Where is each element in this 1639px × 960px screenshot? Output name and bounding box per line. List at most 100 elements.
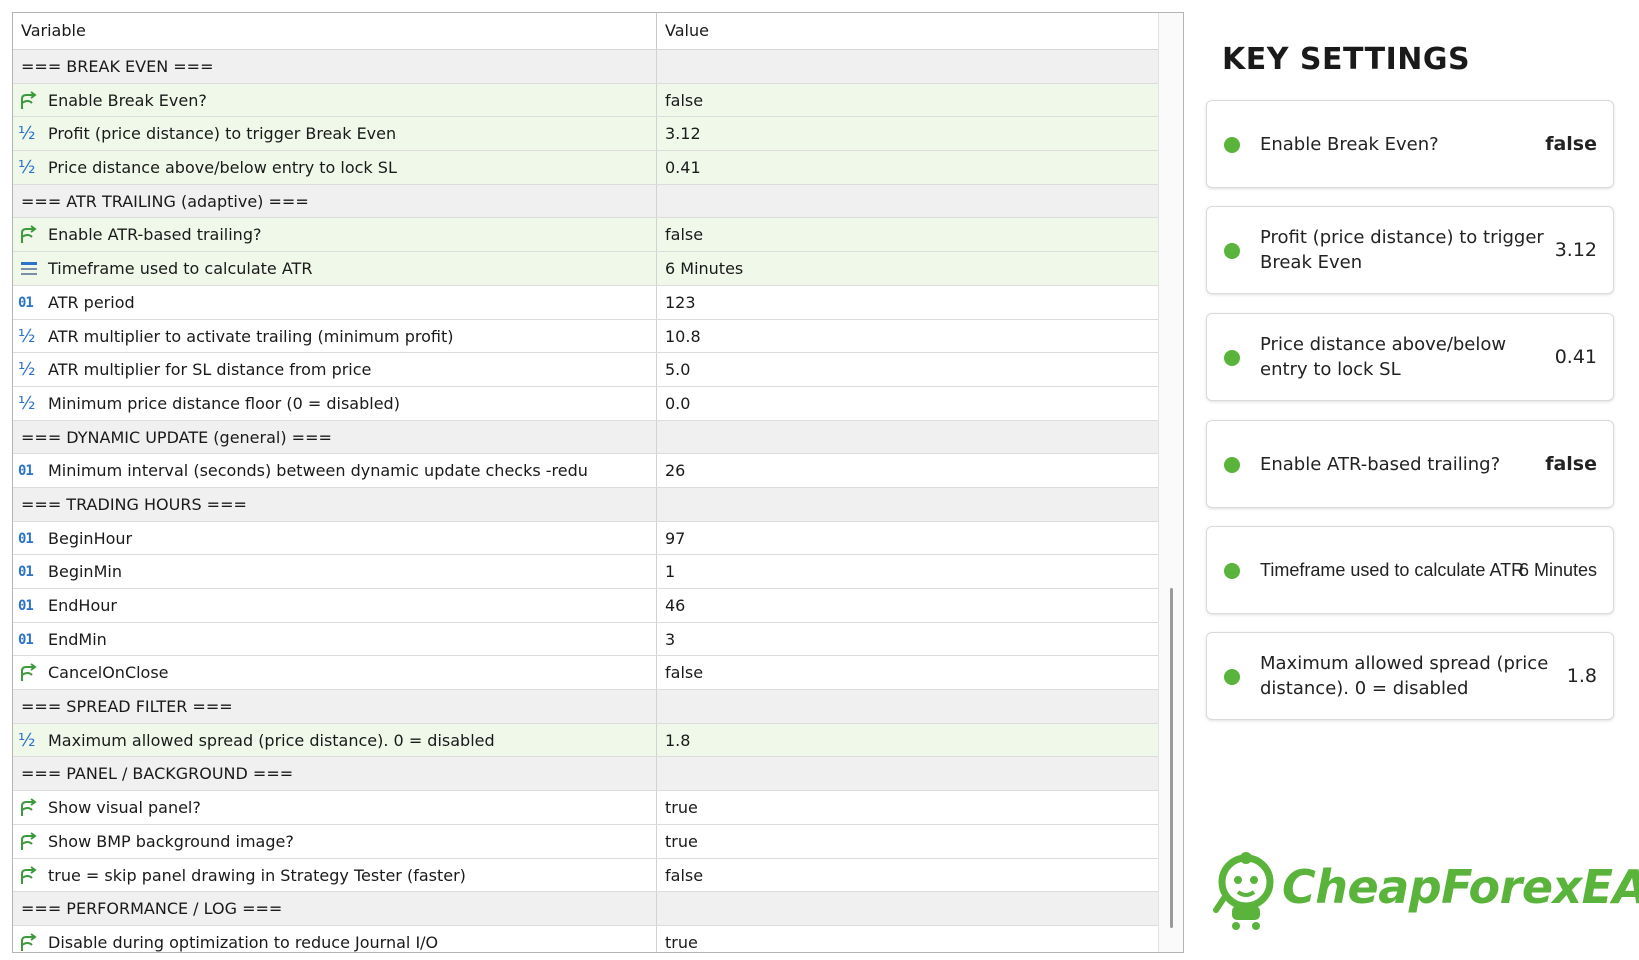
cell-divider [656,723,657,757]
table-section-row[interactable]: === TRADING HOURS === [13,487,1158,522]
cell-divider [656,757,657,791]
section-label: === BREAK EVEN === [21,57,214,76]
table-row[interactable]: 01 EndMin 3 [13,622,1158,657]
table-row[interactable]: Disable during optimization to reduce Jo… [13,925,1158,952]
variable-value[interactable]: 3.12 [665,117,701,150]
cell-divider [656,858,657,892]
variable-value[interactable]: 46 [665,589,685,622]
variable-value[interactable]: 97 [665,522,685,555]
table-row[interactable]: 01 BeginMin 1 [13,555,1158,589]
variable-value[interactable]: 0.0 [665,387,690,420]
bool-arrow-icon [18,865,40,886]
table-row[interactable]: 01 Minimum interval (seconds) between dyn… [13,454,1158,488]
brand-logo: CheapForexEA [1210,838,1639,938]
cell-divider [656,151,657,184]
cell-divider [656,824,657,858]
table-row[interactable]: true = skip panel drawing in Strategy Te… [13,858,1158,893]
half-fraction-icon: ½ [18,392,36,414]
int-01-icon: 01 [18,631,34,648]
table-row[interactable]: Show visual panel? true [13,791,1158,825]
table-row[interactable]: Show BMP background image? true [13,824,1158,859]
table-row[interactable]: CancelOnClose false [13,656,1158,691]
int-01-icon: 01 [18,598,34,614]
table-row[interactable]: ½ Price distance above/below entry to loc… [13,151,1158,185]
scrollbar-thumb[interactable] [1170,588,1173,928]
status-dot-icon [1224,563,1240,579]
column-header-value[interactable]: Value [665,13,709,49]
cell-divider [656,285,657,319]
variable-value[interactable]: false [665,218,703,251]
variable-value[interactable]: 5.0 [665,353,690,386]
enum-list-icon [18,259,40,279]
variable-name: Minimum price distance floor (0 = disabl… [48,393,400,413]
variable-value[interactable]: false [665,859,703,892]
bool-arrow-icon [18,663,40,683]
column-divider[interactable] [656,13,657,49]
variable-name: BeginMin [48,562,122,582]
table-section-row[interactable]: === ATR TRAILING (adaptive) === [13,184,1158,219]
table-section-row[interactable]: === BREAK EVEN === [13,50,1158,84]
table-row[interactable]: ½ Profit (price distance) to trigger Brea… [13,117,1158,152]
bool-arrow-icon [18,832,40,852]
status-dot-icon [1224,350,1240,366]
variable-value[interactable]: 1 [665,555,675,588]
int-01-icon: 01 [18,564,34,581]
key-setting-label: Profit (price distance) to trigger Break… [1260,227,1544,273]
section-label: === DYNAMIC UPDATE (general) === [21,427,332,447]
status-dot-icon [1224,457,1240,473]
variable-name: Enable Break Even? [48,90,207,110]
key-setting-value: 0.41 [1554,346,1597,368]
table-header: Variable Value [13,13,1158,50]
variable-value[interactable]: 6 Minutes [665,252,743,285]
cell-divider [656,555,657,588]
variable-value[interactable]: true [665,926,698,952]
cell-divider [656,791,657,824]
variable-name: ATR period [48,292,135,312]
cell-divider [656,622,657,656]
variable-name: Profit (price distance) to trigger Break… [48,124,397,144]
variable-value[interactable]: 123 [665,286,696,319]
table-section-row[interactable]: === DYNAMIC UPDATE (general) === [13,420,1158,455]
variable-name: EndHour [48,596,117,615]
half-fraction-icon: ½ [18,729,36,751]
cell-divider [656,487,657,521]
table-row[interactable]: 01 ATR period 123 [13,285,1158,320]
table-row[interactable]: ½ Minimum price distance floor (0 = disab… [13,386,1158,421]
table-row[interactable]: 01 BeginHour 97 [13,521,1158,556]
key-setting-value: 3.12 [1554,239,1597,261]
half-fraction-icon: ½ [18,157,36,179]
variable-value[interactable]: 26 [665,454,685,487]
table-row[interactable]: Enable Break Even? false [13,83,1158,118]
table-section-row[interactable]: === SPREAD FILTER === [13,690,1158,724]
key-setting-label: Timeframe used to calculate ATR [1260,559,1525,580]
table-row[interactable]: ½ Maximum allowed spread (price distance)… [13,723,1158,758]
key-setting-card: Enable Break Even? false [1206,100,1614,188]
brand-logo-text: CheapForexEA [1282,860,1639,914]
half-fraction-icon: ½ [18,325,36,347]
column-header-variable[interactable]: Variable [21,13,86,49]
section-label: === TRADING HOURS === [21,494,247,514]
int-01-icon: 01 [18,463,34,480]
bool-arrow-icon [18,798,40,818]
variable-value[interactable]: false [665,84,703,117]
variable-value[interactable]: false [665,656,703,689]
table-row[interactable]: ½ ATR multiplier to activate trailing (mi… [13,319,1158,354]
vertical-scrollbar[interactable] [1158,13,1183,952]
int-01-icon: 01 [18,530,34,547]
table-row[interactable]: ½ ATR multiplier for SL distance from pri… [13,353,1158,387]
cell-divider [656,252,657,285]
table-section-row[interactable]: === PERFORMANCE / LOG === [13,892,1158,926]
variable-value[interactable]: 0.41 [665,151,701,184]
variable-value[interactable]: 3 [665,623,675,656]
table-row[interactable]: Enable ATR-based trailing? false [13,218,1158,253]
variable-value[interactable]: true [665,791,698,824]
variable-value[interactable]: 10.8 [665,320,701,353]
cell-divider [656,386,657,420]
variable-value[interactable]: true [665,825,698,858]
variable-value[interactable]: 1.8 [665,724,690,757]
cell-divider [656,521,657,555]
table-row[interactable]: Timeframe used to calculate ATR 6 Minutes [13,252,1158,286]
table-row[interactable]: 01 EndHour 46 [13,589,1158,623]
table-section-row[interactable]: === PANEL / BACKGROUND === [13,757,1158,792]
mascot-icon [1213,852,1274,930]
